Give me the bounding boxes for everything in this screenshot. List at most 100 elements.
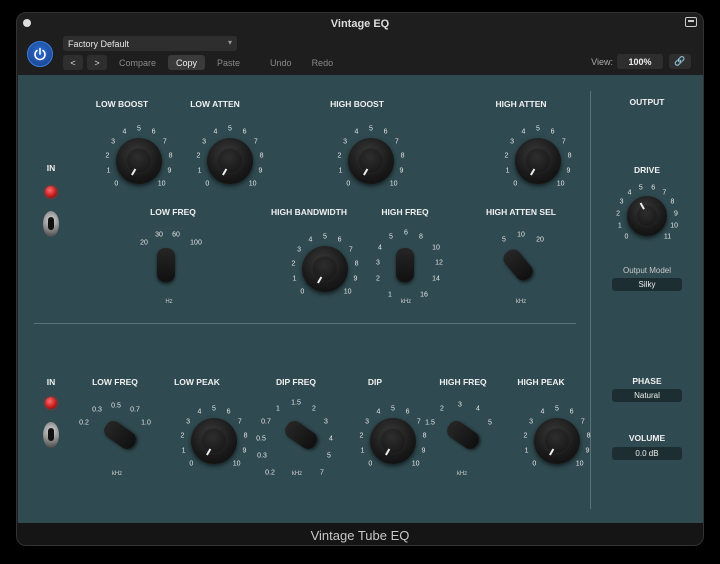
drive-scale-label: 11 xyxy=(663,233,672,240)
high-boost-scale-label: 0 xyxy=(346,180,351,188)
low-boost-knob[interactable] xyxy=(116,138,162,184)
low-boost-scale-label: 8 xyxy=(168,152,173,160)
drive-label: DRIVE xyxy=(634,165,660,175)
bottom-in-toggle[interactable] xyxy=(43,422,59,448)
low-peak-scale-label: 6 xyxy=(226,408,231,416)
bottom-low-freq-selector[interactable] xyxy=(100,417,140,453)
top-high-freq-selector[interactable] xyxy=(396,248,414,282)
low-atten-scale-label: 2 xyxy=(196,152,201,160)
high-boost-pointer xyxy=(363,168,369,176)
atten-sel-opt: 10 xyxy=(517,231,525,239)
top-low-freq-opt: 30 xyxy=(155,231,163,239)
section-divider xyxy=(34,323,576,324)
compare-button[interactable]: Compare xyxy=(111,55,164,70)
title-bar: Vintage EQ xyxy=(17,13,703,35)
dip-freq-label: DIP FREQ xyxy=(276,377,316,387)
dip-freq-selector[interactable] xyxy=(281,417,321,453)
high-bandwidth-scale-label: 8 xyxy=(354,260,359,268)
plugin-window: Vintage EQ Factory Default ▾ < > Compare… xyxy=(16,12,704,546)
high-peak-scale-label: 5 xyxy=(555,405,559,413)
high-bandwidth-scale-label: 7 xyxy=(348,246,353,254)
paste-button[interactable]: Paste xyxy=(209,55,248,70)
high-bandwidth-knob[interactable] xyxy=(302,246,348,292)
high-atten-scale-label: 2 xyxy=(504,152,509,160)
dip-freq-opt: 2 xyxy=(312,405,316,413)
drive-knob[interactable] xyxy=(627,196,667,236)
top-high-freq-opt: 6 xyxy=(404,229,408,237)
top-in-toggle[interactable] xyxy=(43,211,59,237)
high-peak-knob[interactable] xyxy=(534,418,580,464)
high-peak-scale-label: 6 xyxy=(569,408,574,416)
top-high-freq-opt: 12 xyxy=(435,259,443,267)
dip-freq-opt: 0.5 xyxy=(256,435,266,443)
high-boost-knob[interactable] xyxy=(348,138,394,184)
undo-button[interactable]: Undo xyxy=(262,55,300,70)
low-atten-scale-label: 5 xyxy=(228,125,232,133)
high-bandwidth-scale-label: 6 xyxy=(337,236,342,244)
high-atten-scale-label: 8 xyxy=(567,152,572,160)
chevron-down-icon: ▾ xyxy=(227,38,232,47)
output-divider xyxy=(590,91,591,509)
bottom-high-freq-opt: 2 xyxy=(440,405,444,413)
link-icon[interactable]: 🔗 xyxy=(669,54,691,69)
window-mode-icon[interactable] xyxy=(685,17,697,27)
high-peak-scale-label: 0 xyxy=(532,460,537,468)
window-title: Vintage EQ xyxy=(330,18,390,30)
toolbar-actions: < > Compare Copy Paste Undo Redo xyxy=(63,55,341,70)
high-atten-scale-label: 4 xyxy=(521,128,526,136)
drive-scale-label: 9 xyxy=(673,210,678,218)
dip-scale-label: 8 xyxy=(422,432,427,440)
high-atten-scale-label: 6 xyxy=(550,128,555,136)
drive-scale-label: 10 xyxy=(670,222,679,230)
high-bandwidth-scale-label: 5 xyxy=(323,233,327,241)
high-atten-scale-label: 3 xyxy=(510,138,515,146)
low-atten-knob[interactable] xyxy=(207,138,253,184)
bottom-high-freq-selector[interactable] xyxy=(443,417,483,453)
low-atten-scale-label: 9 xyxy=(258,167,263,175)
high-bandwidth-scale-label: 4 xyxy=(308,236,313,244)
phase-dropdown[interactable]: Natural xyxy=(612,389,682,402)
output-title: OUTPUT xyxy=(629,97,665,107)
dip-pointer xyxy=(385,448,391,456)
top-high-freq-opt: 1 xyxy=(388,291,392,299)
low-peak-scale-label: 4 xyxy=(197,408,202,416)
output-model-dropdown[interactable]: Silky xyxy=(612,278,682,291)
top-low-freq-opt: 20 xyxy=(140,239,148,247)
low-boost-scale-label: 6 xyxy=(151,128,156,136)
dip-freq-opt: 5 xyxy=(327,452,331,460)
volume-field[interactable]: 0.0 dB xyxy=(612,447,682,460)
volume-label: VOLUME xyxy=(628,433,666,443)
bottom-low-freq-opt: 0.3 xyxy=(92,406,102,414)
low-boost-scale-label: 9 xyxy=(167,167,172,175)
next-preset-button[interactable]: > xyxy=(87,55,107,70)
high-atten-scale-label: 5 xyxy=(536,125,540,133)
low-peak-knob[interactable] xyxy=(191,418,237,464)
copy-button[interactable]: Copy xyxy=(168,55,206,70)
low-boost-scale-label: 3 xyxy=(111,138,116,146)
high-atten-sel-selector[interactable] xyxy=(500,246,536,284)
low-peak-scale-label: 2 xyxy=(180,432,185,440)
high-atten-knob[interactable] xyxy=(515,138,561,184)
top-in-label: IN xyxy=(46,163,56,173)
drive-scale-label: 1 xyxy=(617,222,622,230)
high-boost-scale-label: 3 xyxy=(343,138,348,146)
top-low-freq-selector[interactable] xyxy=(157,248,175,282)
high-atten-sel-label: HIGH ATTEN SEL xyxy=(486,207,556,217)
top-low-freq-label: LOW FREQ xyxy=(150,207,196,217)
dip-knob[interactable] xyxy=(370,418,416,464)
power-button[interactable] xyxy=(27,41,53,67)
preset-name: Factory Default xyxy=(68,38,130,49)
high-bandwidth-scale-label: 3 xyxy=(297,246,302,254)
high-bandwidth-scale-label: 1 xyxy=(292,275,297,283)
high-peak-scale-label: 9 xyxy=(585,447,590,455)
preset-dropdown[interactable]: Factory Default ▾ xyxy=(63,36,237,51)
low-peak-scale-label: 1 xyxy=(181,447,186,455)
bottom-high-freq-opt: 3 xyxy=(458,401,462,409)
close-icon[interactable] xyxy=(23,19,31,27)
drive-scale-label: 0 xyxy=(624,233,629,240)
view-zoom-dropdown[interactable]: 100% xyxy=(617,54,663,69)
prev-preset-button[interactable]: < xyxy=(63,55,83,70)
high-peak-scale-label: 3 xyxy=(529,418,534,426)
redo-button[interactable]: Redo xyxy=(304,55,342,70)
top-high-freq-unit: kHz xyxy=(400,299,412,305)
